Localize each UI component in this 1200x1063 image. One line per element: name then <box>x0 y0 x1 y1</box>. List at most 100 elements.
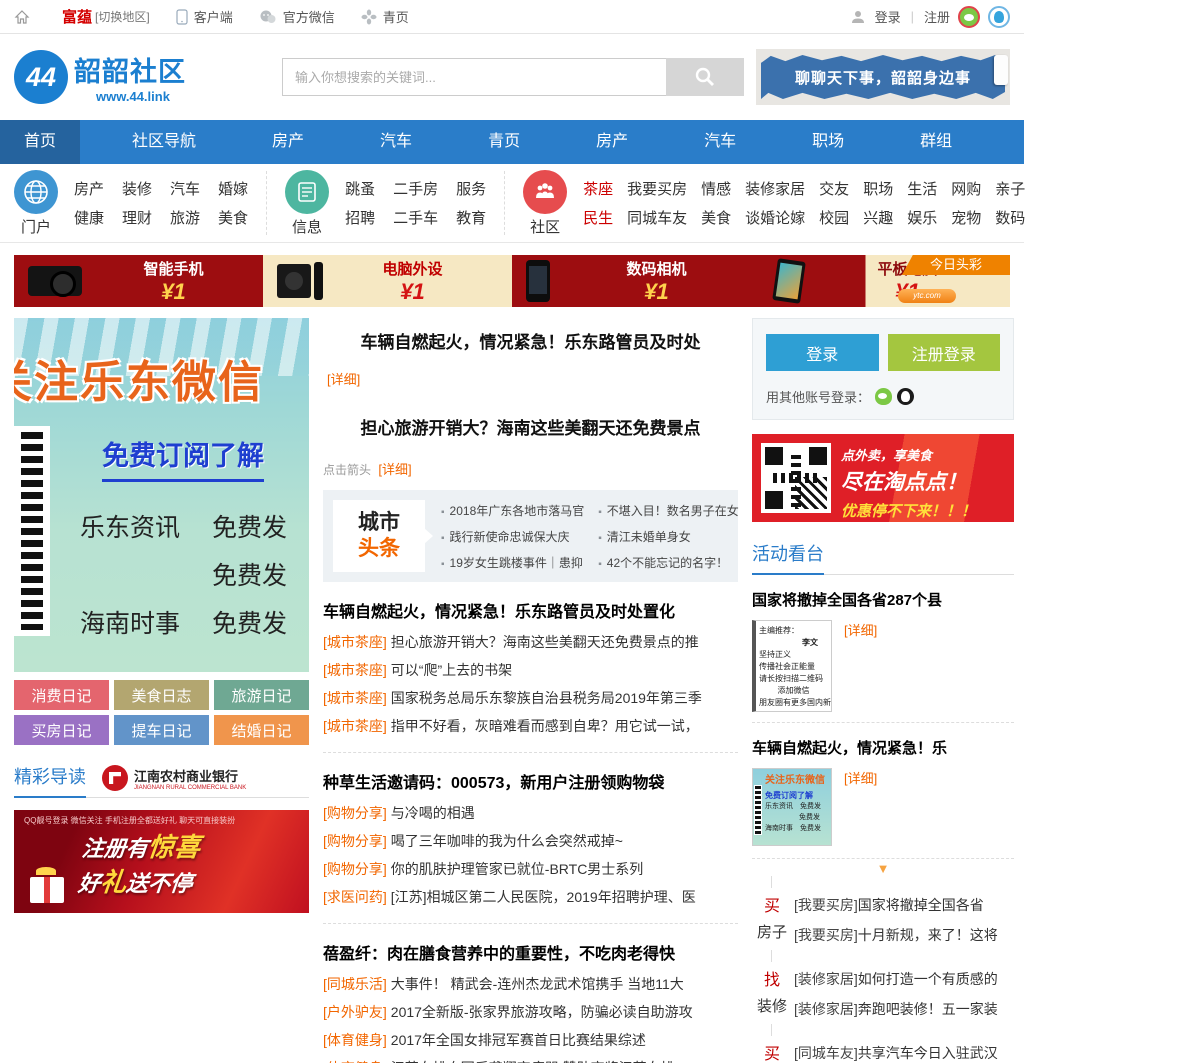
community-link[interactable]: 宠物 <box>951 207 981 228</box>
topic-text[interactable]: 如何打造一个有质感的 <box>858 971 998 987</box>
topic-tag[interactable]: [体育健身] <box>323 1032 387 1048</box>
list-item[interactable]: [城市茶座]指甲不好看，灰暗难看而感到自卑？用它试一试， <box>323 712 738 740</box>
headline-link[interactable]: 践行新使命忠诚保大庆 <box>441 528 584 545</box>
activity-thumbnail-ad[interactable]: 关注乐东微信 免费订阅了解 乐东资讯 免费发 免费发 海南时事 免费发 <box>752 768 832 846</box>
community-link[interactable]: 装修家居 <box>745 178 805 199</box>
list-item[interactable]: [城市茶座]国家税务总局乐东黎族自治县税务局2019年第三季 <box>323 684 738 712</box>
topic-text[interactable]: 共享汽车今日入驻武汉 <box>858 1045 998 1061</box>
list-item[interactable]: [同城乐活]大事件！ 精武会-连州杰龙武术馆携手 当地11大 <box>323 970 738 998</box>
bank-ad[interactable]: 江南农村商业银行 JIANGNAN RURAL COMMERCIAL BANK <box>102 765 246 791</box>
topic-tag[interactable]: [户外驴友] <box>323 1004 387 1020</box>
promo-tablet[interactable]: 平板电脑 ¥1 今日头彩 ytc.com <box>761 255 1010 307</box>
register-gift-ad[interactable]: QQ靓号登录 微信关注 手机注册全都送好礼 聊天可直接装扮 注册有惊喜 好礼送不… <box>14 810 309 913</box>
detail-link[interactable]: [详细] <box>327 369 738 388</box>
nav-item-realestate-2[interactable]: 房产 <box>572 120 652 164</box>
qq-login-icon[interactable] <box>897 388 914 405</box>
nav-item-qingye[interactable]: 青页 <box>464 120 544 164</box>
community-link[interactable]: 同城车友 <box>627 207 687 228</box>
search-button[interactable] <box>666 58 744 96</box>
topic-tag[interactable]: [城市茶座] <box>323 662 387 678</box>
detail-link[interactable]: [详细] <box>844 768 877 846</box>
topic-tag[interactable]: [装修家居] <box>794 971 858 987</box>
search-input[interactable] <box>282 58 666 96</box>
diary-button-wedding[interactable]: 结婚日记 <box>214 715 309 745</box>
topic-tag[interactable]: [城市茶座] <box>323 690 387 706</box>
portal-link[interactable]: 房产 <box>74 178 104 199</box>
login-button[interactable]: 登录 <box>766 334 879 371</box>
portal-link[interactable]: 旅游 <box>170 207 200 228</box>
info-link[interactable]: 教育 <box>456 207 486 228</box>
topic-tag[interactable]: [同城乐活] <box>323 976 387 992</box>
top-headline-2[interactable]: 担心旅游开销大？海南这些美翻天还免费景点 <box>323 414 738 439</box>
community-link[interactable]: 交友 <box>819 178 849 199</box>
diary-button-car[interactable]: 提车日记 <box>114 715 209 745</box>
topic-tag[interactable]: [我要买房] <box>794 927 858 943</box>
region-switch-label[interactable]: [切换地区] <box>95 8 150 25</box>
community-link-hot[interactable]: 茶座 <box>583 178 613 199</box>
headline-link[interactable]: 19岁女生跳楼事件｜患抑 <box>441 554 584 571</box>
community-link[interactable]: 生活 <box>907 178 937 199</box>
topic-text[interactable]: 十月新规，来了！这将 <box>858 927 998 943</box>
diary-button-food[interactable]: 美食日志 <box>114 680 209 710</box>
topic-text[interactable]: 奔跑吧装修！五一家装 <box>858 1001 998 1017</box>
community-link[interactable]: 我要买房 <box>627 178 687 199</box>
community-label[interactable]: 社区 <box>530 216 560 237</box>
headline-link[interactable]: 不堪入目！数名男子在女 <box>598 502 739 519</box>
list-item[interactable]: [体育健身]江苏女排夺冠后龚翔宇痛哭 赞助商奖江苏女排200 <box>323 1054 738 1063</box>
topic-text[interactable]: 2017年全国女排冠军赛首日比赛结果综述 <box>391 1032 646 1048</box>
list-item[interactable]: [购物分享]与冷喝的相遇 <box>323 799 738 827</box>
community-link[interactable]: 谈婚论嫁 <box>745 207 805 228</box>
portal-link[interactable]: 美食 <box>218 207 248 228</box>
wechat-official-link[interactable]: 官方微信 <box>259 7 335 26</box>
list-item[interactable]: [装修家居]如何打造一个有质感的 <box>794 964 998 994</box>
portal-link[interactable]: 理财 <box>122 207 152 228</box>
nav-item-auto[interactable]: 汽车 <box>356 120 436 164</box>
info-link[interactable]: 二手车 <box>393 207 438 228</box>
detail-link[interactable]: [详细] <box>378 462 411 477</box>
qingye-link[interactable]: 青页 <box>361 7 409 26</box>
community-link[interactable]: 数码 <box>995 207 1025 228</box>
topic-text[interactable]: 你的肌肤护理管家已就位-BRTC男士系列 <box>391 861 644 877</box>
list-item[interactable]: [同城车友]共享汽车今日入驻武汉 <box>794 1038 998 1063</box>
diary-button-consume[interactable]: 消费日记 <box>14 680 109 710</box>
topic-tag[interactable]: [购物分享] <box>323 833 387 849</box>
detail-link[interactable]: [详细] <box>844 620 877 712</box>
section-title[interactable]: 蓓盈纤：肉在膳食营养中的重要性，不吃肉老得快 <box>323 940 738 964</box>
topic-text[interactable]: 可以“爬”上去的书架 <box>391 662 512 678</box>
topic-tag[interactable]: [我要买房] <box>794 897 858 913</box>
diary-button-house[interactable]: 买房日记 <box>14 715 109 745</box>
wechat-login-icon[interactable] <box>958 6 980 28</box>
topic-text[interactable]: 大事件！ 精武会-连州杰龙武术馆携手 当地11大 <box>391 976 684 992</box>
header-ad-banner[interactable]: 聊聊天下事，韶韶身边事 <box>756 49 1010 105</box>
portal-link[interactable]: 健康 <box>74 207 104 228</box>
topic-tag[interactable]: [购物分享] <box>323 861 387 877</box>
activity-thumbnail[interactable]: 主编推荐： 李文 坚持正义 传播社会正能量 请长按扫描二维码 添加微信 朋友圈有… <box>752 620 832 712</box>
client-link[interactable]: 客户端 <box>176 7 233 26</box>
list-item[interactable]: [户外驴友]2017全新版-张家界旅游攻略，防骗必读自助游攻 <box>323 998 738 1026</box>
list-item[interactable]: [求医问药][江苏]相城区第二人民医院，2019年招聘护理、医 <box>323 883 738 911</box>
list-item[interactable]: [我要买房]国家将撤掉全国各省 <box>794 890 998 920</box>
info-label[interactable]: 信息 <box>292 216 322 237</box>
community-link[interactable]: 亲子 <box>995 178 1025 199</box>
portal-label[interactable]: 门户 <box>21 216 51 237</box>
info-icon-block[interactable]: 信息 <box>285 170 329 237</box>
community-link[interactable]: 美食 <box>701 207 731 228</box>
nav-item-auto-2[interactable]: 汽车 <box>680 120 760 164</box>
qq-login-icon[interactable] <box>988 6 1010 28</box>
topic-text[interactable]: 喝了三年咖啡的我为什么会突然戒掉~ <box>391 833 623 849</box>
promo-digital-camera[interactable]: 数码相机 ¥1 <box>512 255 761 307</box>
community-link-hot[interactable]: 民生 <box>583 207 613 228</box>
list-item[interactable]: [我要买房]十月新规，来了！这将 <box>794 920 998 950</box>
info-link[interactable]: 服务 <box>456 178 486 199</box>
region-selector[interactable]: 富蕴 [切换地区] <box>62 6 150 27</box>
portal-link[interactable]: 装修 <box>122 178 152 199</box>
nav-item-realestate[interactable]: 房产 <box>248 120 328 164</box>
community-icon-block[interactable]: 社区 <box>523 170 567 237</box>
wechat-login-icon[interactable] <box>875 388 892 405</box>
login-link[interactable]: 登录 <box>875 7 901 26</box>
portal-icon-block[interactable]: 门户 <box>14 170 58 237</box>
activity-item-title[interactable]: 国家将撤掉全国各省287个县 <box>752 589 1014 610</box>
community-link[interactable]: 兴趣 <box>863 207 893 228</box>
list-item[interactable]: [体育健身]2017年全国女排冠军赛首日比赛结果综述 <box>323 1026 738 1054</box>
community-link[interactable]: 校园 <box>819 207 849 228</box>
